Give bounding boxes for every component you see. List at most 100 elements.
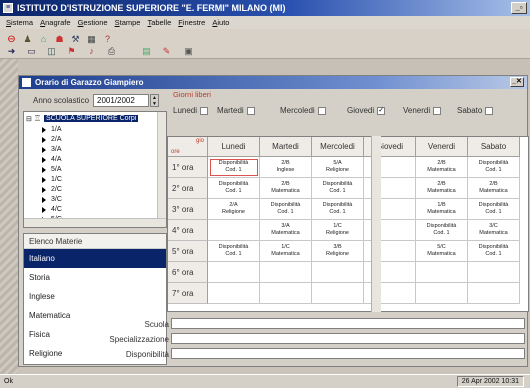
restore-button[interactable]: _▫	[511, 2, 527, 14]
hour-header[interactable]: 2° ora	[168, 178, 208, 199]
menu-item-tabelle[interactable]: Tabelle	[147, 18, 171, 27]
expand-icon[interactable]: ⊟	[26, 115, 32, 123]
schedule-cell[interactable]: 5/C Matematica	[416, 241, 468, 262]
expand-arrow-icon[interactable]	[42, 136, 46, 143]
hour-header[interactable]: 4° ora	[168, 220, 208, 241]
schedule-cell[interactable]: 1/C Matematica	[260, 241, 312, 262]
schedule-cell[interactable]: 2/B Matematica	[416, 157, 468, 178]
music-icon[interactable]: ♪	[85, 46, 98, 57]
printer-icon[interactable]: ▣	[182, 46, 195, 57]
giorno-checkbox[interactable]	[433, 106, 442, 115]
schedule-cell[interactable]: Disponibilità Cod. 1	[312, 199, 364, 220]
expand-arrow-icon[interactable]	[42, 166, 46, 173]
class-tree[interactable]: ⊟ ♖ SCUOLA SUPERIORE Corpi 1/A 2/A 3/A 4/A 5…	[23, 111, 167, 228]
schedule-cell[interactable]	[208, 283, 260, 304]
expand-arrow-icon[interactable]	[42, 186, 46, 193]
schedule-cell[interactable]: 2/B Matematica	[468, 178, 520, 199]
schedule-cell[interactable]: 2/B Matematica	[260, 178, 312, 199]
tree-item[interactable]: 3/C	[42, 196, 62, 203]
materia-item[interactable]: Storia	[24, 268, 166, 287]
schedule-cell[interactable]: Disponibilità Cod. 1	[312, 178, 364, 199]
schedule-cell[interactable]	[208, 220, 260, 241]
tree-item[interactable]: 2/A	[42, 136, 62, 143]
schedule-cell[interactable]	[208, 262, 260, 283]
hour-header[interactable]: 1° ora	[168, 157, 208, 178]
schedule-cell[interactable]	[312, 283, 364, 304]
expand-arrow-icon[interactable]	[42, 146, 46, 153]
flag-icon[interactable]: ⚑	[65, 46, 78, 57]
tree-item[interactable]: 1/A	[42, 126, 62, 133]
menu-item-gestione[interactable]: Gestione	[78, 18, 108, 27]
exit-icon[interactable]: ⊖	[5, 34, 18, 45]
schedule-cell[interactable]	[468, 283, 520, 304]
schedule-cell[interactable]: Disponibilità Cod. 1	[468, 199, 520, 220]
open-icon[interactable]: ◫	[45, 46, 58, 57]
tree-item[interactable]: 2/C	[42, 186, 62, 193]
hour-header[interactable]: 6° ora	[168, 262, 208, 283]
menu-item-aiuto[interactable]: Aiuto	[212, 18, 229, 27]
giorno-checkbox[interactable]	[246, 106, 255, 115]
schedule-cell[interactable]: Disponibilità Cod. 1	[468, 157, 520, 178]
help-icon[interactable]: ?	[101, 34, 114, 45]
schedule-cell[interactable]: Disponibilità Cod. 1	[208, 241, 260, 262]
schedule-cell[interactable]: Disponibilità Cod. 1	[416, 220, 468, 241]
person-icon[interactable]: ☗	[53, 34, 66, 45]
hour-header[interactable]: 5° ora	[168, 241, 208, 262]
menu-item-stampe[interactable]: Stampe	[115, 18, 141, 27]
tree-root[interactable]: ⊟ ♖ SCUOLA SUPERIORE Corpi	[26, 114, 139, 123]
day-header[interactable]: Sabato	[468, 137, 520, 157]
schedule-cell[interactable]: 3/C Matematica	[468, 220, 520, 241]
disponibilita-field[interactable]	[171, 348, 525, 359]
tree-vscroll[interactable]	[157, 112, 166, 227]
schedule-cell[interactable]: 3/B Religione	[312, 241, 364, 262]
schedule-cell[interactable]: Disponibilità Cod. 1	[208, 157, 260, 178]
orario-grid[interactable]: gio ore Lunedi Martedi Mercoledi Giovedi Vener…	[167, 136, 529, 312]
hour-header[interactable]: 7° ora	[168, 283, 208, 304]
anno-spinner[interactable]: ▲ ▼	[150, 94, 159, 107]
schedule-cell[interactable]: 2/B Matematica	[416, 178, 468, 199]
schedule-cell[interactable]: 3/A Matematica	[260, 220, 312, 241]
expand-arrow-icon[interactable]	[42, 156, 46, 163]
people-icon[interactable]: ♟	[21, 34, 34, 45]
expand-arrow-icon[interactable]	[42, 126, 46, 133]
schedule-cell[interactable]: 1/C Religione	[312, 220, 364, 241]
specializzazione-field[interactable]	[171, 333, 525, 344]
tools-icon[interactable]: ⚒	[69, 34, 82, 45]
tree-item[interactable]: 4/A	[42, 156, 62, 163]
tree-item[interactable]: 4/C	[42, 206, 62, 213]
schedule-cell[interactable]: 2/A Religione	[208, 199, 260, 220]
scuola-field[interactable]	[171, 318, 525, 329]
expand-arrow-icon[interactable]	[42, 176, 46, 183]
calendar-icon[interactable]: ▦	[85, 34, 98, 45]
schedule-cell[interactable]: 1/B Matematica	[416, 199, 468, 220]
giorno-checkbox[interactable]: ✓	[377, 106, 386, 115]
expand-arrow-icon[interactable]	[42, 196, 46, 203]
schedule-cell[interactable]: 2/B Inglese	[260, 157, 312, 178]
schedule-cell[interactable]	[260, 262, 312, 283]
tree-item[interactable]: 1/C	[42, 176, 62, 183]
materia-item[interactable]: Italiano	[24, 249, 166, 268]
window-icon[interactable]: ▭	[25, 46, 38, 57]
schedule-cell[interactable]	[312, 262, 364, 283]
day-header[interactable]: Martedi	[260, 137, 312, 157]
giorno-checkbox[interactable]	[317, 106, 326, 115]
schedule-cell[interactable]: Disponibilità Cod. 1	[260, 199, 312, 220]
giorno-checkbox[interactable]	[485, 106, 494, 115]
tree-item[interactable]: 5/A	[42, 166, 62, 173]
anno-field[interactable]: 2001/2002	[93, 94, 149, 107]
schedule-cell[interactable]: 5/A Religione	[312, 157, 364, 178]
close-button[interactable]: _✕	[510, 77, 524, 87]
schedule-cell[interactable]	[416, 262, 468, 283]
schedule-cell[interactable]	[468, 262, 520, 283]
arrow-icon[interactable]: ➜	[5, 46, 18, 57]
schedule-cell[interactable]: Disponibilità Cod. 1	[468, 241, 520, 262]
tree-item[interactable]: 3/A	[42, 146, 62, 153]
schedule-cell[interactable]: Disponibilità Cod. 1	[208, 178, 260, 199]
day-header[interactable]: Mercoledi	[312, 137, 364, 157]
menu-item-finestre[interactable]: Finestre	[178, 18, 205, 27]
grid-icon[interactable]: ▤	[140, 46, 153, 57]
day-header[interactable]: Lunedi	[208, 137, 260, 157]
print-icon[interactable]: ⎙	[105, 46, 118, 57]
giorno-checkbox[interactable]	[200, 106, 209, 115]
school-icon[interactable]: ⌂	[37, 34, 50, 45]
